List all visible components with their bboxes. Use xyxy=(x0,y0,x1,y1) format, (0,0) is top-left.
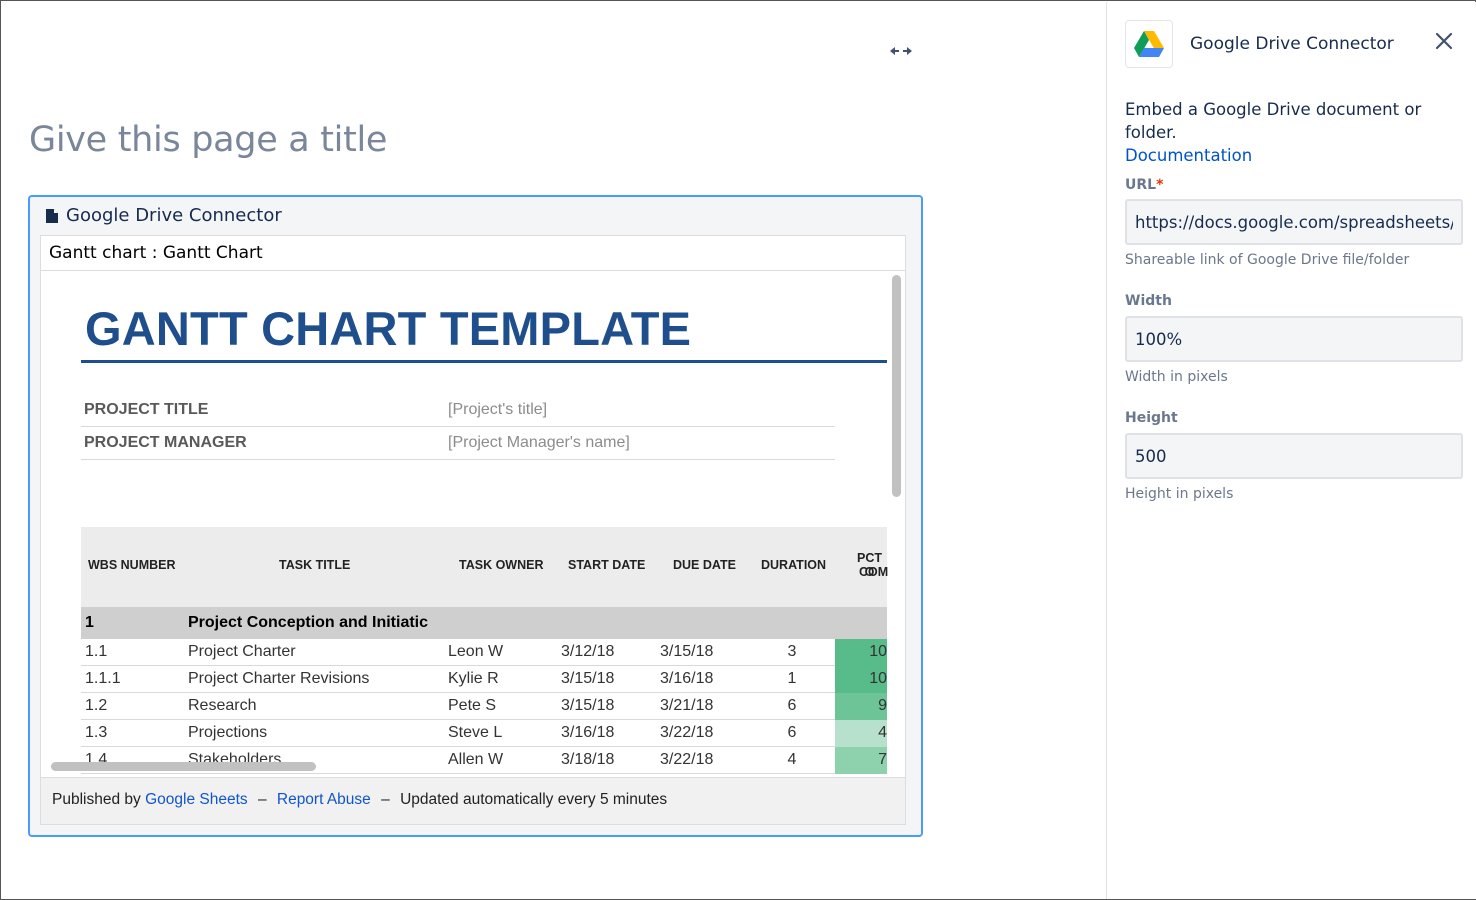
info-row-project-manager: PROJECT MANAGER [Project Manager's name] xyxy=(81,427,835,460)
footer-separator: – xyxy=(381,791,390,808)
phase-name: Project Conception and Initiatic xyxy=(188,614,429,631)
url-label-text: URL xyxy=(1125,177,1157,193)
horizontal-scrollbar[interactable] xyxy=(51,762,316,771)
cell-due: 3/22/18 xyxy=(660,751,714,768)
info-value: [Project Manager's name] xyxy=(448,434,630,451)
app-frame: Give this page a title Google Drive Conn… xyxy=(0,0,1476,900)
width-help: Width in pixels xyxy=(1125,369,1228,385)
cell-wbs: 1.3 xyxy=(85,724,108,741)
cell-pct: 10 xyxy=(835,666,887,693)
cell-task: Project Charter Revisions xyxy=(188,670,370,687)
cell-owner: Leon W xyxy=(448,643,504,660)
cell-duration: 6 xyxy=(787,724,797,741)
vertical-scrollbar[interactable] xyxy=(892,275,901,497)
cell-start: 3/12/18 xyxy=(561,643,615,660)
cell-duration: 4 xyxy=(787,751,797,768)
info-row-project-title: PROJECT TITLE [Project's title] xyxy=(81,394,835,427)
cell-pct: 4 xyxy=(835,720,887,747)
url-label: URL* xyxy=(1125,177,1163,193)
cell-pct: 10 xyxy=(835,639,887,666)
cell-duration: 3 xyxy=(787,643,797,660)
phase-row: 1 Project Conception and Initiatic xyxy=(81,607,887,639)
embed-title: Gantt chart : Gantt Chart xyxy=(41,236,905,271)
cell-task: Projections xyxy=(188,724,268,741)
cell-owner: Allen W xyxy=(448,751,504,768)
required-mark: * xyxy=(1156,177,1164,193)
cell-start: 3/16/18 xyxy=(561,724,615,741)
cell-owner: Kylie R xyxy=(448,670,499,687)
heading-rule xyxy=(81,360,887,363)
height-help: Height in pixels xyxy=(1125,486,1234,502)
documentation-link[interactable]: Documentation xyxy=(1125,144,1476,167)
update-notice: Updated automatically every 5 minutes xyxy=(400,791,668,808)
table-row: 1.2 Research Pete S 3/15/18 3/21/18 6 9 xyxy=(81,693,887,720)
cell-task: Project Charter xyxy=(188,643,296,660)
expand-width-icon[interactable] xyxy=(888,40,914,62)
embed-footer: Published by Google Sheets – Report Abus… xyxy=(41,777,905,824)
description-text: Embed a Google Drive document or folder. xyxy=(1125,100,1422,142)
google-drive-logo-icon xyxy=(1125,20,1173,68)
cell-duration: 1 xyxy=(787,670,797,687)
cell-pct: 7 xyxy=(835,747,887,774)
col-wbs: WBS NUMBER xyxy=(88,558,176,572)
published-by-text: Published by xyxy=(52,791,141,808)
cell-wbs: 1.1 xyxy=(85,643,108,660)
sheet-heading: GANTT CHART TEMPLATE xyxy=(85,302,692,355)
panel-description: Embed a Google Drive document or folder.… xyxy=(1125,98,1476,167)
page-title-input[interactable]: Give this page a title xyxy=(29,120,387,160)
cell-due: 3/22/18 xyxy=(660,724,714,741)
phase-number: 1 xyxy=(85,614,94,631)
cell-start: 3/15/18 xyxy=(561,697,615,714)
sheet-viewport[interactable]: GANTT CHART TEMPLATE PROJECT TITLE [Proj… xyxy=(41,271,905,776)
macro-header: Google Drive Connector xyxy=(46,205,282,226)
width-label: Width xyxy=(1125,293,1172,309)
cell-start: 3/18/18 xyxy=(561,751,615,768)
info-value: [Project's title] xyxy=(448,401,548,418)
info-label: PROJECT MANAGER xyxy=(84,434,247,451)
cell-start: 3/15/18 xyxy=(561,670,615,687)
height-field[interactable] xyxy=(1125,433,1463,479)
embedded-sheet[interactable]: Gantt chart : Gantt Chart GANTT CHART TE… xyxy=(40,235,906,825)
table-row: 1.3 Projections Steve L 3/16/18 3/22/18 … xyxy=(81,720,887,747)
cell-owner: Steve L xyxy=(448,724,503,741)
width-field[interactable] xyxy=(1125,316,1463,362)
cell-wbs: 1.2 xyxy=(85,697,108,714)
info-label: PROJECT TITLE xyxy=(84,401,209,418)
cell-task: Research xyxy=(188,697,257,714)
google-drive-macro[interactable]: Google Drive Connector Gantt chart : Gan… xyxy=(28,195,923,837)
cell-due: 3/16/18 xyxy=(660,670,714,687)
col-pct-2: COM xyxy=(859,565,889,579)
cell-duration: 6 xyxy=(787,697,797,714)
macro-config-panel: Google Drive Connector Embed a Google Dr… xyxy=(1106,2,1476,899)
table-row: 1.1 Project Charter Leon W 3/12/18 3/15/… xyxy=(81,639,887,666)
table-header: WBS NUMBER TASK TITLE TASK OWNER START D… xyxy=(81,527,889,607)
macro-name: Google Drive Connector xyxy=(66,205,282,226)
col-owner: TASK OWNER xyxy=(459,558,544,572)
report-abuse-link[interactable]: Report Abuse xyxy=(277,791,371,808)
cell-owner: Pete S xyxy=(448,697,497,714)
footer-separator: – xyxy=(257,791,267,808)
cell-wbs: 1.1.1 xyxy=(85,670,121,687)
cell-due: 3/21/18 xyxy=(660,697,714,714)
panel-title: Google Drive Connector xyxy=(1190,34,1394,54)
col-due: DUE DATE xyxy=(673,558,736,572)
col-start: START DATE xyxy=(568,558,646,572)
url-help: Shareable link of Google Drive file/fold… xyxy=(1125,252,1410,268)
document-icon xyxy=(46,208,58,223)
google-sheets-link[interactable]: Google Sheets xyxy=(145,791,248,808)
cell-due: 3/15/18 xyxy=(660,643,714,660)
col-task: TASK TITLE xyxy=(279,558,351,572)
close-icon[interactable] xyxy=(1431,28,1457,54)
page-editor: Give this page a title Google Drive Conn… xyxy=(2,2,1106,899)
height-label: Height xyxy=(1125,410,1178,426)
table-row: 1.1.1 Project Charter Revisions Kylie R … xyxy=(81,666,887,693)
cell-pct: 9 xyxy=(835,693,887,720)
col-duration: DURATION xyxy=(761,558,827,572)
url-field[interactable] xyxy=(1125,199,1463,245)
